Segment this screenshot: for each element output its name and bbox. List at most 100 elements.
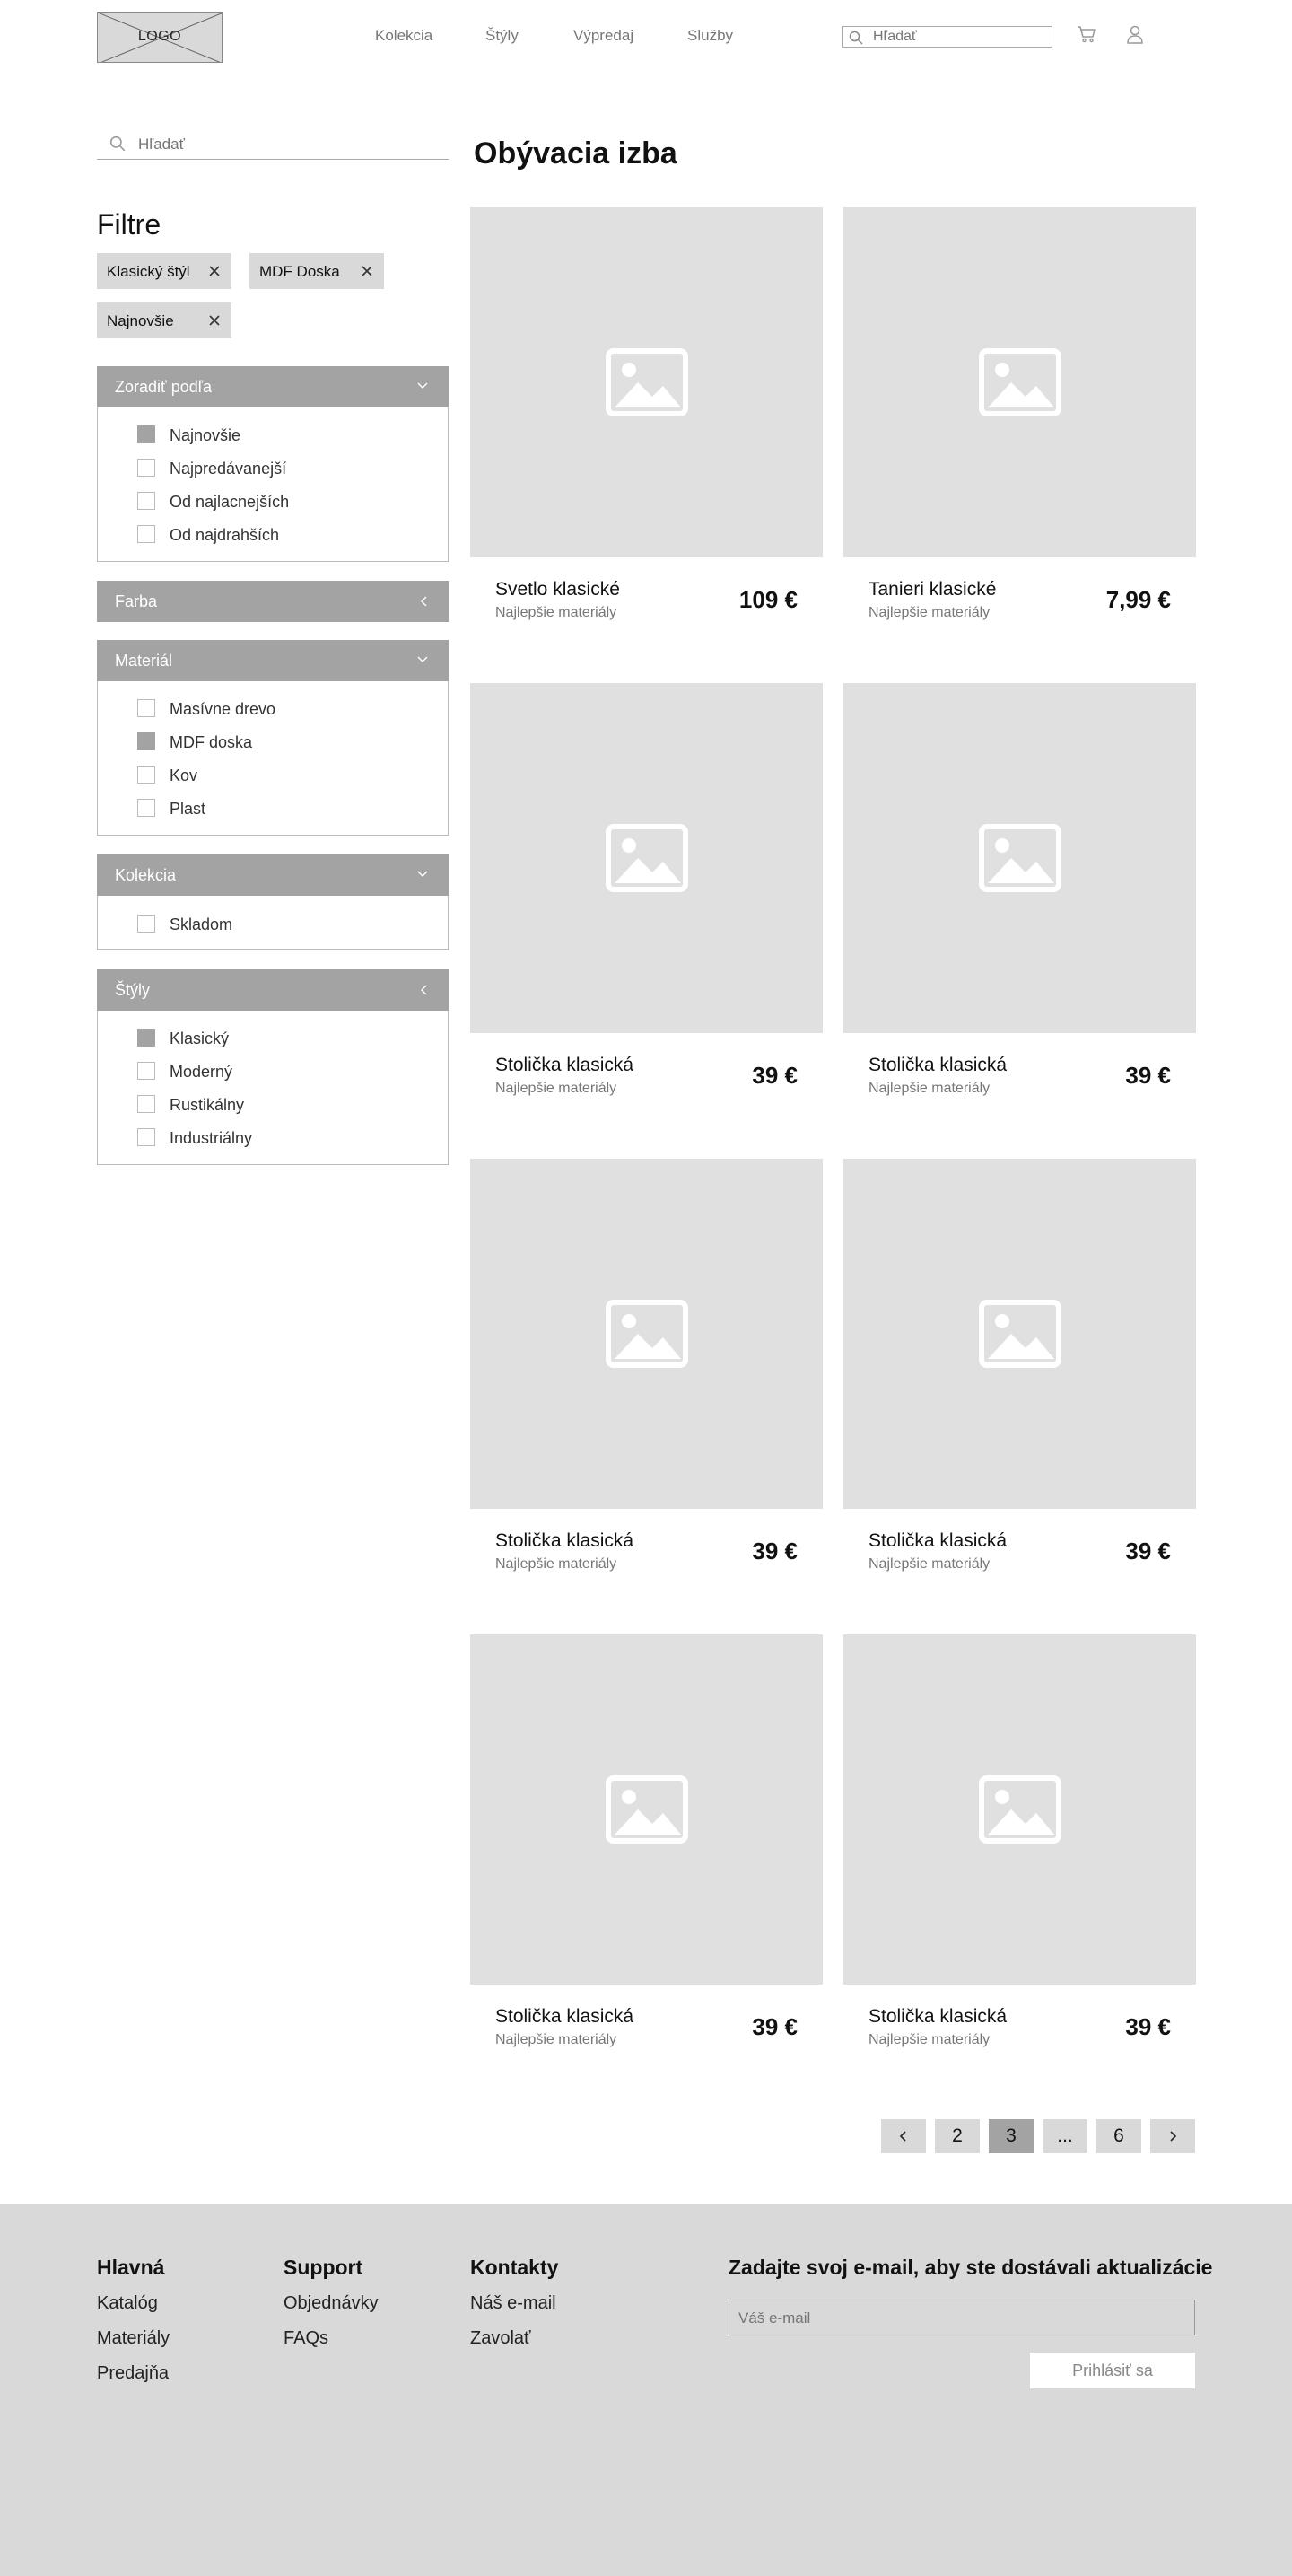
- checkbox[interactable]: [137, 425, 155, 443]
- filter-group-sort: Zoradiť podľa Najnovšie Najpredávanejší …: [97, 366, 449, 562]
- filter-option-label: Klasický: [170, 1030, 230, 1047]
- filter-option-label: Najpredávanejší: [170, 460, 287, 478]
- product-card[interactable]: Stolička klasická Najlepšie materiály 39…: [843, 1159, 1196, 1581]
- product-name[interactable]: Stolička klasická: [495, 1530, 633, 1552]
- pagination-next-button[interactable]: [1150, 2119, 1195, 2153]
- active-filter-chip: Najnovšie: [97, 302, 231, 338]
- filter-group-title: Kolekcia: [115, 866, 177, 884]
- footer-column-title: Kontakty: [470, 2256, 559, 2279]
- checkbox[interactable]: [137, 1095, 155, 1113]
- checkbox[interactable]: [137, 732, 155, 750]
- newsletter-email-input[interactable]: [738, 2309, 1178, 2328]
- footer-link[interactable]: Katalóg: [97, 2293, 158, 2314]
- checkbox[interactable]: [137, 766, 155, 784]
- product-card[interactable]: Stolička klasická Najlepšie materiály 39…: [470, 1159, 823, 1581]
- product-subtitle: Najlepšie materiály: [869, 605, 991, 620]
- cart-icon[interactable]: [1077, 24, 1096, 44]
- filter-group-material: Materiál Masívne drevo MDF doska Kov Pla…: [97, 640, 449, 836]
- filter-option-label: MDF doska: [170, 733, 253, 751]
- product-image[interactable]: [843, 683, 1196, 1033]
- image-placeholder-icon: [606, 348, 688, 416]
- product-subtitle: Najlepšie materiály: [495, 1556, 617, 1572]
- footer-link[interactable]: FAQs: [284, 2328, 328, 2349]
- filter-group-header[interactable]: Štýly: [97, 969, 449, 1011]
- checkbox[interactable]: [137, 699, 155, 717]
- product-card[interactable]: Stolička klasická Najlepšie materiály 39…: [843, 683, 1196, 1105]
- product-name[interactable]: Stolička klasická: [495, 1055, 633, 1076]
- product-price: 7,99 €: [1105, 586, 1171, 613]
- pagination-page-2[interactable]: 2: [935, 2119, 980, 2153]
- close-icon[interactable]: [206, 312, 223, 329]
- product-name[interactable]: Stolička klasická: [869, 1055, 1007, 1076]
- filter-group-title: Farba: [115, 592, 158, 610]
- product-card[interactable]: Tanieri klasické Najlepšie materiály 7,9…: [843, 207, 1196, 629]
- filter-group-header[interactable]: Farba: [97, 581, 449, 622]
- footer-link[interactable]: Materiály: [97, 2328, 170, 2349]
- pagination-page-6[interactable]: 6: [1096, 2119, 1141, 2153]
- header-search-input[interactable]: [873, 29, 1043, 45]
- product-card[interactable]: Stolička klasická Najlepšie materiály 39…: [470, 1634, 823, 2056]
- checkbox[interactable]: [137, 492, 155, 510]
- product-price: 109 €: [738, 586, 798, 613]
- filter-group-header[interactable]: Kolekcia: [97, 854, 449, 896]
- close-icon[interactable]: [359, 263, 375, 279]
- nav-item-styly[interactable]: Štýly: [485, 27, 519, 45]
- chevron-right-icon: [1170, 2131, 1177, 2142]
- product-price: 39 €: [752, 1062, 798, 1089]
- sidebar-search-input[interactable]: [138, 135, 434, 154]
- filter-group-header[interactable]: Zoradiť podľa: [97, 366, 449, 407]
- image-placeholder-icon: [606, 824, 688, 892]
- pagination-ellipsis: ...: [1043, 2119, 1087, 2153]
- filter-group-collection: Kolekcia Skladom: [97, 854, 449, 950]
- product-name[interactable]: Stolička klasická: [869, 2006, 1007, 2028]
- nav-item-sluzby[interactable]: Služby: [687, 27, 733, 45]
- product-card[interactable]: Stolička klasická Najlepšie materiály 39…: [843, 1634, 1196, 2056]
- product-card[interactable]: Stolička klasická Najlepšie materiály 39…: [470, 683, 823, 1105]
- footer-link[interactable]: Zavolať: [470, 2328, 531, 2349]
- chevron-down-icon: [417, 382, 428, 389]
- product-image[interactable]: [470, 1159, 823, 1509]
- product-subtitle: Najlepšie materiály: [495, 1081, 617, 1096]
- pagination-page-3-current[interactable]: 3: [989, 2119, 1034, 2153]
- checkbox[interactable]: [137, 459, 155, 477]
- checkbox[interactable]: [137, 1029, 155, 1047]
- close-icon[interactable]: [206, 263, 223, 279]
- product-name[interactable]: Stolička klasická: [495, 2006, 633, 2028]
- checkbox[interactable]: [137, 915, 155, 933]
- subscribe-button[interactable]: Prihlásiť sa: [1030, 2353, 1195, 2388]
- product-card[interactable]: Svetlo klasické Najlepšie materiály 109 …: [470, 207, 823, 629]
- chevron-down-icon: [417, 656, 428, 662]
- product-image[interactable]: [470, 683, 823, 1033]
- filter-option-label: Masívne drevo: [170, 700, 276, 718]
- product-subtitle: Najlepšie materiály: [495, 2032, 617, 2047]
- product-name[interactable]: Stolička klasická: [869, 1530, 1007, 1552]
- product-image[interactable]: [843, 207, 1196, 557]
- user-icon[interactable]: [1125, 24, 1145, 44]
- pagination-prev-button[interactable]: [881, 2119, 926, 2153]
- product-name[interactable]: Svetlo klasické: [495, 579, 620, 600]
- product-image[interactable]: [843, 1634, 1196, 1985]
- product-price: 39 €: [752, 2013, 798, 2040]
- product-image[interactable]: [470, 1634, 823, 1985]
- footer-link[interactable]: Náš e-mail: [470, 2293, 556, 2314]
- footer-link[interactable]: Predajňa: [97, 2363, 169, 2384]
- image-placeholder-icon: [979, 824, 1061, 892]
- filter-option-label: Najnovšie: [170, 426, 241, 444]
- checkbox[interactable]: [137, 525, 155, 543]
- nav-item-kolekcia[interactable]: Kolekcia: [375, 27, 432, 45]
- filter-option-label: Moderný: [170, 1063, 233, 1081]
- filter-group-header[interactable]: Materiál: [97, 640, 449, 681]
- image-placeholder-icon: [979, 1300, 1061, 1368]
- product-image[interactable]: [843, 1159, 1196, 1509]
- product-image[interactable]: [470, 207, 823, 557]
- checkbox[interactable]: [137, 799, 155, 817]
- nav-item-vypredaj[interactable]: Výpredaj: [573, 27, 633, 45]
- filter-option-label: Od najdrahších: [170, 526, 280, 544]
- checkbox[interactable]: [137, 1128, 155, 1146]
- header-search: [842, 26, 1052, 48]
- product-name[interactable]: Tanieri klasické: [869, 579, 996, 600]
- filters-title: Filtre: [97, 208, 162, 241]
- checkbox[interactable]: [137, 1062, 155, 1080]
- footer-link[interactable]: Objednávky: [284, 2293, 379, 2314]
- logo[interactable]: LOGO: [97, 12, 223, 63]
